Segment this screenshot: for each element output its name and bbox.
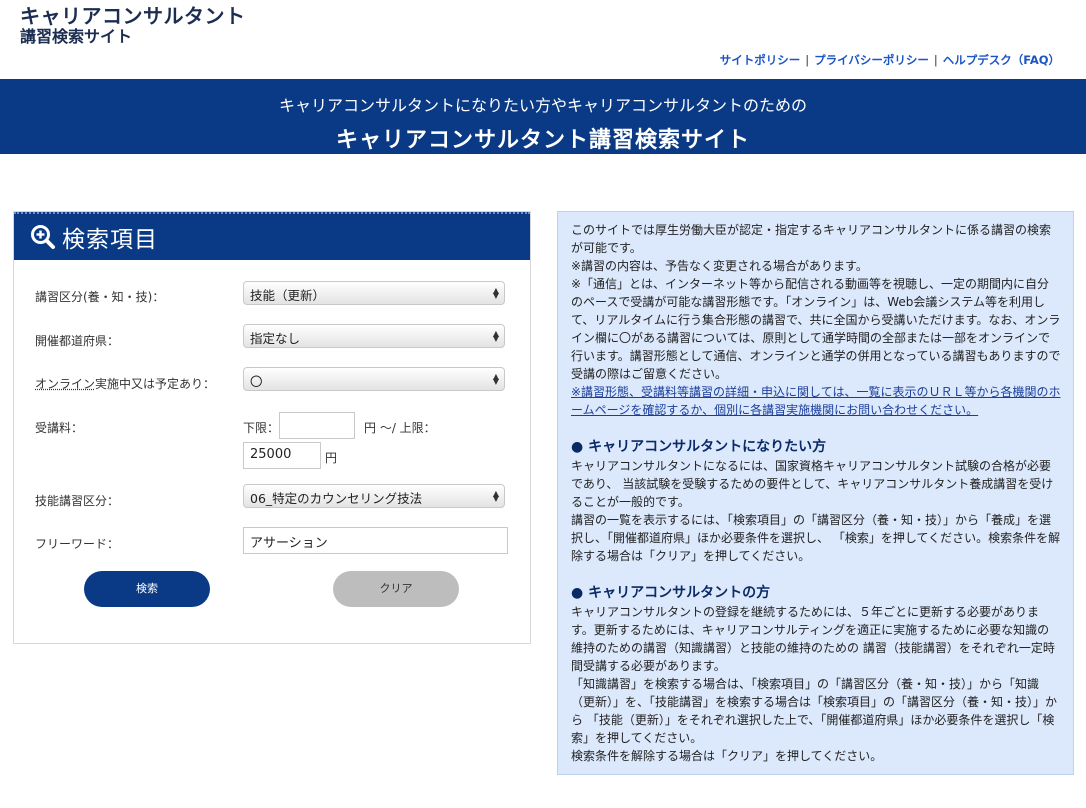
skill-select[interactable]: 06_特定のカウンセリング技法 ▲ ▼	[243, 484, 505, 508]
site-logo[interactable]: キャリアコンサルタント 講習検索サイト	[20, 6, 246, 45]
freeword-label: フリーワード：	[35, 537, 120, 551]
separator: |	[805, 53, 810, 67]
aspiring-paragraph-2: 講習の一覧を表示するには、「検索項目」の「講習区分（養・知・技）」から「養成」を…	[571, 513, 1061, 563]
online-label-rest: 実施中又は予定あり：	[95, 377, 216, 391]
course-type-label: 講習区分(養・知・技)：	[35, 290, 165, 304]
info-intro: このサイトでは厚生労働大臣が認定・指定するキャリアコンサルタントに係る講習の検索…	[571, 223, 1052, 255]
info-box: このサイトでは厚生労働大臣が認定・指定するキャリアコンサルタントに係る講習の検索…	[557, 211, 1074, 775]
skill-value: 06_特定のカウンセリング技法	[250, 491, 423, 506]
search-panel-header: 検索項目	[14, 212, 530, 260]
prefecture-value: 指定なし	[250, 331, 301, 346]
online-select[interactable]: 〇 ▲ ▼	[243, 367, 505, 391]
select-arrows-icon: ▲ ▼	[492, 329, 499, 343]
select-arrows-icon: ▲ ▼	[492, 489, 499, 503]
online-term: オンライン	[35, 377, 96, 391]
search-panel-title: 検索項目	[62, 227, 158, 253]
info-note-2: ※「通信」とは、インターネット等から配信される動画等を視聴し、一定の期間内に自分…	[571, 277, 1061, 381]
privacy-policy-link[interactable]: プライバシーポリシー	[814, 53, 929, 67]
freeword-input[interactable]: アサーション	[243, 527, 508, 554]
logo-line1: キャリアコンサルタント	[20, 4, 246, 28]
search-button[interactable]: 検索	[84, 571, 210, 607]
fee-label: 受講料：	[35, 421, 84, 435]
hero-banner: キャリアコンサルタントになりたい方やキャリアコンサルタントのための キャリアコン…	[0, 79, 1086, 154]
fee-mid-label: 円 〜/ 上限：	[364, 421, 436, 435]
course-type-select[interactable]: 技能（更新） ▲ ▼	[243, 281, 505, 305]
select-arrows-icon: ▲ ▼	[492, 372, 499, 386]
consultants-paragraph-3: 検索条件を解除する場合は「クリア」を押してください。	[571, 749, 883, 763]
fee-upper-input[interactable]: 25000	[243, 442, 321, 469]
online-label: オンライン実施中又は予定あり：	[35, 375, 215, 392]
logo-line2: 講習検索サイト	[20, 27, 133, 46]
helpdesk-faq-link[interactable]: ヘルプデスク（FAQ）	[943, 53, 1060, 67]
fee-lower-label: 下限：	[243, 421, 280, 435]
site-policy-link[interactable]: サイトポリシー	[720, 53, 801, 67]
course-type-value: 技能（更新）	[250, 288, 326, 303]
select-arrows-icon: ▲ ▼	[492, 286, 499, 300]
banner-title: キャリアコンサルタント講習検索サイト	[335, 128, 750, 153]
search-panel: 検索項目 講習区分(養・知・技)： 技能（更新） ▲ ▼ 開催都道府県： 指定なし…	[13, 211, 531, 644]
consultants-paragraph-2: 「知識講習」を検索する場合は、「検索項目」の「講習区分（養・知・技）」から「知識…	[571, 677, 1058, 745]
info-note-1: ※講習の内容は、予告なく変更される場合があります。	[571, 259, 868, 273]
top-navigation: サイトポリシー | プライバシーポリシー | ヘルプデスク（FAQ）	[720, 52, 1060, 68]
prefecture-label: 開催都道府県：	[35, 334, 120, 348]
fee-lower-input[interactable]	[279, 412, 355, 439]
clear-button[interactable]: クリア	[333, 571, 459, 607]
magnifier-plus-icon	[30, 224, 56, 250]
online-value: 〇	[250, 374, 263, 389]
consultants-paragraph-1: キャリアコンサルタントの登録を継続するためには、５年ごとに更新する必要があります…	[571, 605, 1055, 673]
banner-subtitle: キャリアコンサルタントになりたい方やキャリアコンサルタントのための	[278, 96, 807, 115]
heading-consultants: ● キャリアコンサルタントの方	[571, 585, 771, 601]
skill-label: 技能講習区分：	[35, 494, 120, 508]
prefecture-select[interactable]: 指定なし ▲ ▼	[243, 324, 505, 348]
info-note-3-link[interactable]: ※講習形態、受講料等講習の詳細・申込に関しては、一覧に表示のＵＲＬ等から各機関の…	[571, 383, 1061, 419]
aspiring-paragraph-1: キャリアコンサルタントになるには、国家資格キャリアコンサルタント試験の合格が必要…	[571, 459, 1054, 509]
separator: |	[933, 53, 938, 67]
heading-aspiring: ● キャリアコンサルタントになりたい方	[571, 439, 827, 455]
fee-unit: 円	[325, 451, 338, 465]
